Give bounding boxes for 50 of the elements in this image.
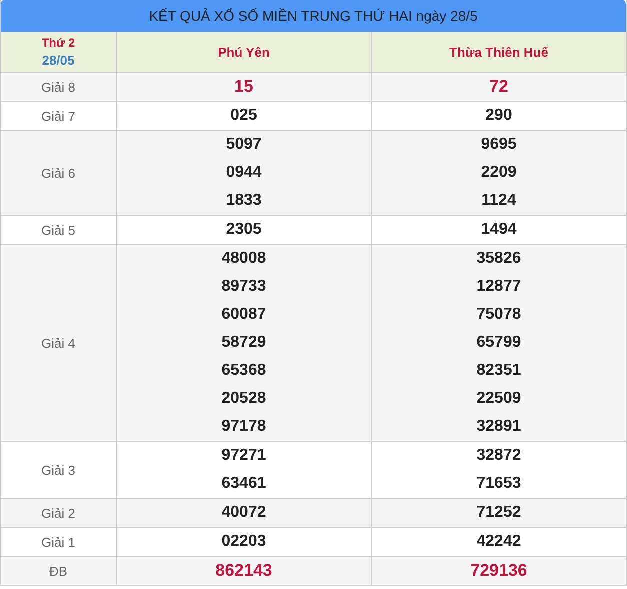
result-number: 75078 bbox=[476, 305, 522, 325]
result-number: 35826 bbox=[476, 249, 522, 269]
result-number: 32891 bbox=[476, 417, 522, 437]
province-header: Phú Yên bbox=[218, 44, 270, 60]
result-number: 82351 bbox=[476, 361, 522, 381]
prize-label: Giải 1 bbox=[42, 534, 76, 550]
result-number: 1494 bbox=[481, 220, 517, 240]
result-number: 5097 bbox=[226, 135, 262, 155]
result-number: 2305 bbox=[226, 220, 262, 240]
result-number: 862143 bbox=[216, 560, 272, 582]
prize-label: Giải 4 bbox=[42, 336, 76, 350]
result-number: 42242 bbox=[476, 532, 522, 552]
weekday-label: Thứ 2 bbox=[42, 35, 76, 52]
result-number: 65368 bbox=[222, 361, 266, 381]
result-number: 65799 bbox=[476, 333, 522, 353]
result-number: 2209 bbox=[481, 163, 517, 183]
result-number: 48008 bbox=[222, 249, 266, 269]
table-title: KẾT QUẢ XỔ SỐ MIỀN TRUNG THỨ HAI ngày 28/5 bbox=[1, 0, 626, 32]
date-label: 28/05 bbox=[42, 52, 75, 70]
prize-label: Giải 6 bbox=[42, 166, 76, 180]
result-number: 0944 bbox=[226, 163, 262, 183]
result-number: 20528 bbox=[222, 389, 266, 409]
result-number: 60087 bbox=[222, 305, 266, 325]
result-number: 025 bbox=[230, 106, 258, 126]
result-number: 71653 bbox=[476, 474, 522, 494]
result-number: 72 bbox=[490, 76, 508, 98]
result-number: 12877 bbox=[476, 277, 522, 297]
result-number: 15 bbox=[234, 76, 254, 98]
result-number: 02203 bbox=[222, 532, 266, 552]
result-number: 40072 bbox=[222, 503, 266, 523]
result-number: 58729 bbox=[222, 333, 266, 353]
prize-label: Giải 3 bbox=[42, 462, 76, 478]
result-number: 1833 bbox=[226, 191, 262, 211]
result-number: 22509 bbox=[476, 389, 522, 409]
result-number: 32872 bbox=[476, 446, 522, 466]
result-number: 729136 bbox=[470, 560, 528, 582]
prize-label: Giải 7 bbox=[42, 108, 76, 124]
result-number: 97178 bbox=[222, 417, 266, 437]
prize-label: Giải 5 bbox=[42, 222, 76, 238]
prize-label: ĐB bbox=[49, 564, 68, 578]
result-number: 71252 bbox=[476, 503, 522, 523]
result-number: 1124 bbox=[482, 191, 516, 211]
result-number: 290 bbox=[486, 106, 512, 126]
result-number: 97271 bbox=[222, 446, 266, 466]
result-number: 89733 bbox=[222, 277, 266, 297]
prize-label: Giải 8 bbox=[42, 80, 76, 94]
province-header: Thừa Thiên Huế bbox=[450, 44, 548, 60]
prize-label: Giải 2 bbox=[42, 506, 76, 520]
result-number: 9695 bbox=[481, 135, 517, 155]
result-number: 63461 bbox=[222, 474, 266, 494]
